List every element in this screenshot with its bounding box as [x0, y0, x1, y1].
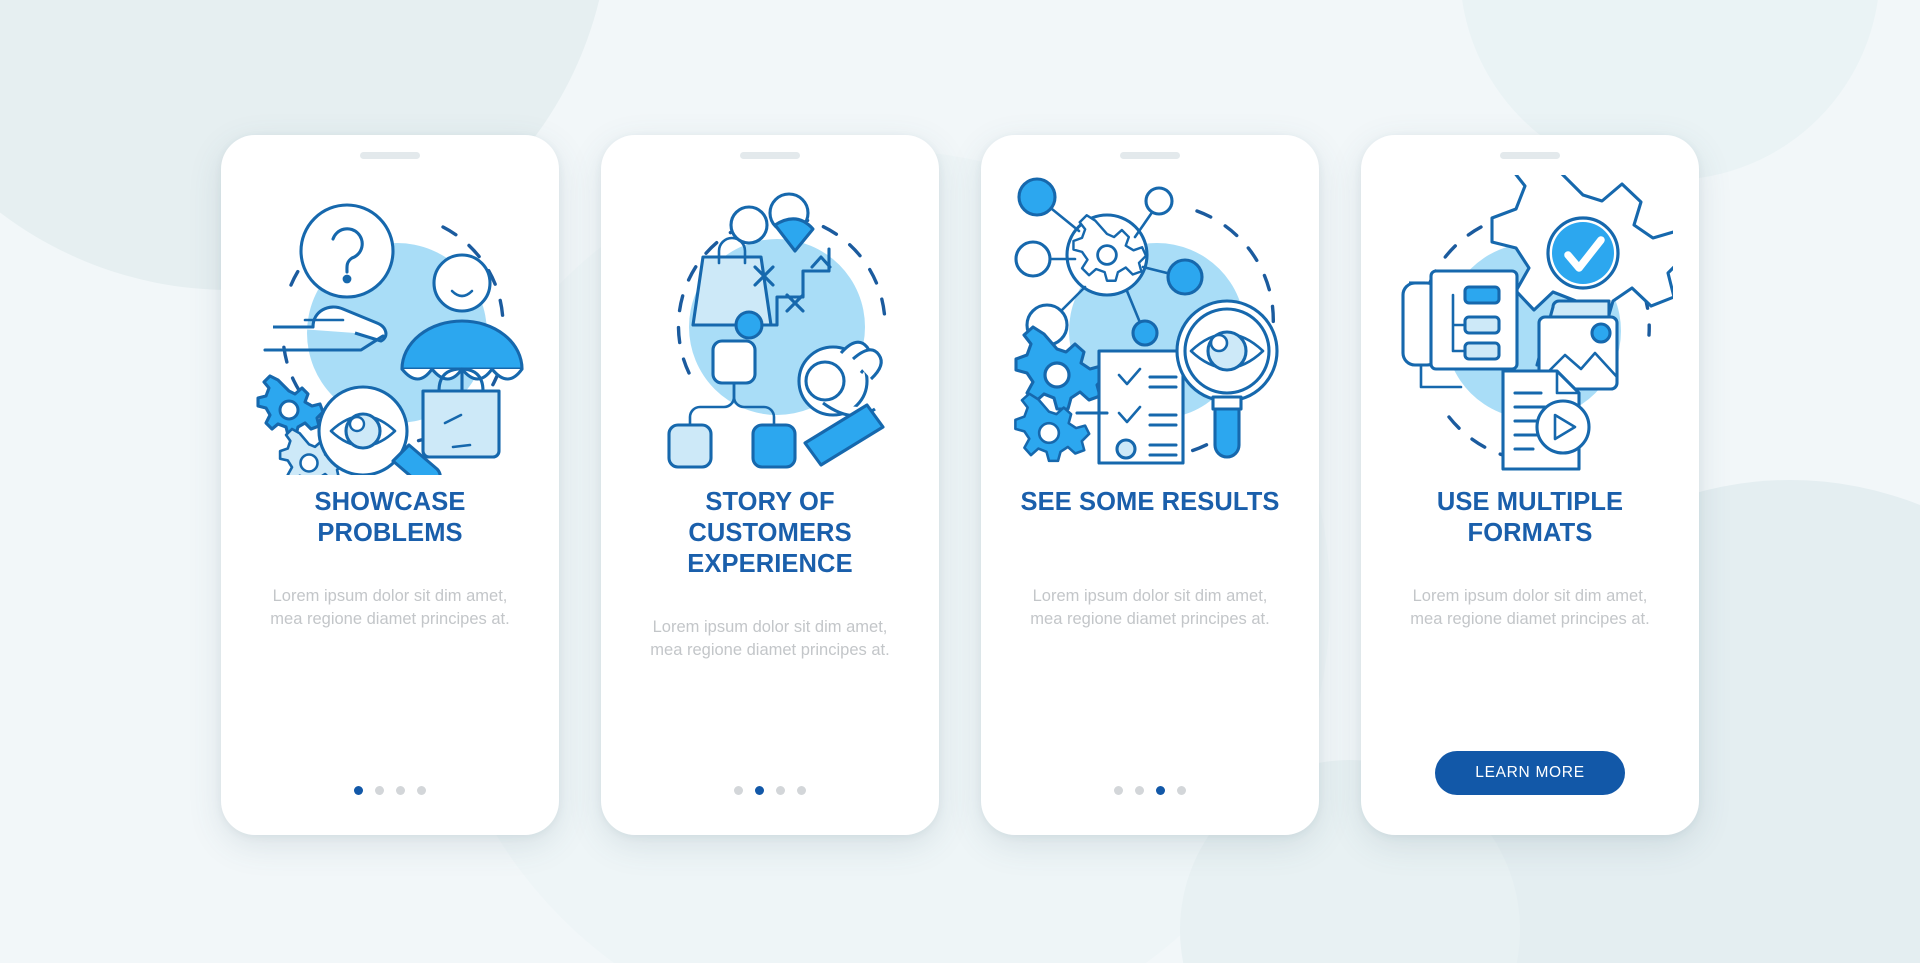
phone-speaker-grill: [1120, 151, 1180, 159]
network-gears-checklist-eye-magnifier-illustration: [1007, 175, 1293, 475]
phone-speaker-grill: [740, 151, 800, 159]
pagination-dot[interactable]: [1135, 785, 1144, 795]
phone-speaker-grill: [1500, 151, 1560, 159]
onboarding-screens-row: SHOWCASE PROBLEMS Lorem ipsum dolor sit …: [0, 0, 1920, 963]
pagination-dots[interactable]: [354, 785, 426, 795]
page-title: STORY OF CUSTOMERS EXPERIENCE: [687, 487, 853, 578]
onboarding-screen-see-some-results[interactable]: SEE SOME RESULTS Lorem ipsum dolor sit d…: [981, 134, 1319, 835]
question-hand-umbrella-eye-gears-illustration: [247, 175, 533, 475]
pagination-dots[interactable]: [734, 785, 806, 795]
pagination-dot[interactable]: [354, 785, 363, 795]
page-title: USE MULTIPLE FORMATS: [1436, 487, 1624, 547]
body-text: Lorem ipsum dolor sit dim amet, mea regi…: [1030, 586, 1270, 628]
pagination-dot[interactable]: [1114, 785, 1123, 795]
pagination-dot[interactable]: [1156, 785, 1165, 795]
pagination-dot[interactable]: [1177, 785, 1186, 795]
onboarding-screen-showcase-problems[interactable]: SHOWCASE PROBLEMS Lorem ipsum dolor sit …: [221, 134, 559, 835]
page-title: SEE SOME RESULTS: [1020, 487, 1280, 516]
pagination-dot[interactable]: [734, 785, 743, 795]
body-text: Lorem ipsum dolor sit dim amet, mea regi…: [1410, 586, 1650, 628]
pagination-dots[interactable]: [1114, 785, 1186, 795]
learn-more-button[interactable]: LEARN MORE: [1435, 750, 1625, 795]
pagination-dot[interactable]: [396, 785, 405, 795]
shopping-bag-flowchart-hand-illustration: [627, 175, 913, 475]
pagination-dot[interactable]: [755, 785, 764, 795]
screen-footer: LEARN MORE: [1435, 750, 1625, 795]
pagination-dot[interactable]: [417, 785, 426, 795]
monitor-gear-check-media-files-illustration: [1387, 174, 1673, 475]
pagination-dot[interactable]: [776, 785, 785, 795]
screen-footer: [1114, 785, 1186, 795]
phone-speaker-grill: [360, 151, 420, 159]
screen-footer: [354, 785, 426, 795]
screen-footer: [734, 785, 806, 795]
onboarding-screen-story-of-customers-experience[interactable]: STORY OF CUSTOMERS EXPERIENCE Lorem ipsu…: [601, 134, 939, 835]
onboarding-screen-use-multiple-formats[interactable]: USE MULTIPLE FORMATS Lorem ipsum dolor s…: [1361, 134, 1699, 835]
body-text: Lorem ipsum dolor sit dim amet, mea regi…: [270, 586, 510, 628]
body-text: Lorem ipsum dolor sit dim amet, mea regi…: [650, 617, 890, 659]
pagination-dot[interactable]: [375, 785, 384, 795]
page-title: SHOWCASE PROBLEMS: [314, 487, 466, 547]
pagination-dot[interactable]: [797, 785, 806, 795]
